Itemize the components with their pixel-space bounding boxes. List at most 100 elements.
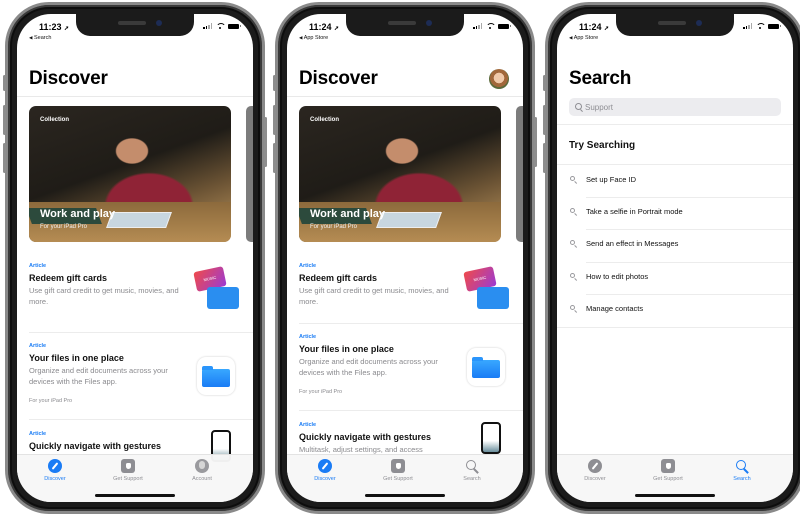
search-input[interactable] bbox=[585, 98, 755, 116]
tab-search[interactable]: Search bbox=[707, 459, 777, 482]
search-icon bbox=[570, 305, 575, 310]
battery-icon bbox=[768, 23, 781, 29]
suggestion-item[interactable]: Set up Face ID bbox=[557, 164, 793, 197]
tab-label: Account bbox=[192, 476, 212, 482]
suggestion-label: Send an effect in Messages bbox=[586, 239, 679, 248]
compass-icon bbox=[588, 459, 602, 473]
article-description: Use gift card credit to get music, movie… bbox=[299, 286, 449, 306]
hero-card[interactable]: Collection Work and play For your iPad P… bbox=[299, 106, 501, 242]
phone-frame-2: 11:24 ➚ ◀ App Store Discover Collection … bbox=[273, 2, 537, 514]
home-indicator[interactable] bbox=[95, 494, 175, 497]
hero-card[interactable]: Collection Work and play For your iPad P… bbox=[29, 106, 231, 242]
article-description: Organize and edit documents across your … bbox=[29, 366, 168, 386]
tab-get-support[interactable]: Get Support bbox=[633, 459, 703, 482]
screen: 11:24 ➚ ◀ App Store Discover Collection … bbox=[287, 14, 523, 502]
files-folder-icon bbox=[467, 348, 505, 386]
back-arrow-icon: ◀ bbox=[29, 35, 33, 40]
back-to-app-link[interactable]: ◀ App Store bbox=[569, 35, 598, 41]
side-button bbox=[534, 117, 537, 167]
back-arrow-icon: ◀ bbox=[569, 35, 573, 40]
volume-up-button bbox=[273, 105, 276, 135]
suggestion-item[interactable]: How to edit photos bbox=[557, 261, 793, 295]
support-icon bbox=[121, 459, 135, 473]
divider bbox=[17, 96, 253, 97]
section-title: Try Searching bbox=[569, 140, 636, 151]
status-time: 11:24 ➚ bbox=[309, 22, 340, 32]
divider bbox=[287, 96, 523, 97]
tab-discover[interactable]: Discover bbox=[290, 459, 360, 482]
side-button bbox=[264, 117, 267, 167]
tab-bar: Discover Get Support Account bbox=[17, 454, 253, 502]
search-icon bbox=[570, 207, 575, 213]
notch bbox=[616, 14, 734, 36]
battery-icon bbox=[498, 23, 511, 29]
hero-title: Work and play bbox=[40, 208, 115, 220]
battery-icon bbox=[228, 23, 241, 29]
compass-icon bbox=[48, 459, 62, 473]
tab-label: Search bbox=[463, 476, 481, 482]
tab-label: Discover bbox=[314, 476, 336, 482]
cellular-signal-icon bbox=[473, 23, 482, 29]
back-to-app-link[interactable]: ◀ Search bbox=[29, 35, 51, 41]
tab-label: Discover bbox=[584, 476, 606, 482]
hero-eyebrow: Collection bbox=[310, 117, 340, 123]
search-icon bbox=[735, 459, 749, 473]
iphone-gesture-icon bbox=[481, 422, 501, 454]
account-icon bbox=[195, 459, 209, 473]
article-eyebrow: Article bbox=[29, 343, 47, 349]
volume-down-button bbox=[3, 143, 6, 173]
volume-up-button bbox=[3, 105, 6, 135]
article-footer: For your iPad Pro bbox=[29, 398, 73, 404]
files-folder-icon bbox=[197, 357, 235, 395]
tab-label: Search bbox=[733, 476, 751, 482]
screen: 11:24 ➚ ◀ App Store Search Try Searching… bbox=[557, 14, 793, 502]
tab-account[interactable]: Account bbox=[167, 459, 237, 482]
compass-icon bbox=[318, 459, 332, 473]
divider bbox=[557, 326, 793, 328]
hero-subtitle: For your iPad Pro bbox=[310, 224, 358, 230]
page-title: Discover bbox=[299, 68, 378, 89]
page-title: Search bbox=[569, 68, 632, 89]
next-card-peek[interactable] bbox=[516, 106, 523, 242]
search-icon bbox=[575, 103, 582, 110]
mute-switch bbox=[543, 75, 546, 91]
suggestion-item[interactable]: Take a selfie in Portrait mode bbox=[557, 196, 793, 230]
search-bar[interactable] bbox=[569, 98, 781, 116]
mute-switch bbox=[273, 75, 276, 91]
profile-avatar[interactable] bbox=[489, 69, 509, 89]
gift-cards-icon: MUSIC bbox=[193, 266, 239, 311]
tab-bar: Discover Get Support Search bbox=[287, 454, 523, 502]
gift-cards-icon: MUSIC bbox=[463, 266, 509, 311]
suggestion-item[interactable]: Manage contacts bbox=[557, 294, 793, 327]
divider bbox=[29, 419, 253, 420]
tab-get-support[interactable]: Get Support bbox=[93, 459, 163, 482]
location-arrow-icon: ➚ bbox=[604, 26, 610, 32]
article-footer: For your iPad Pro bbox=[299, 389, 343, 395]
suggestion-item[interactable]: Send an effect in Messages bbox=[557, 229, 793, 262]
next-card-peek[interactable] bbox=[246, 106, 253, 242]
suggestion-list: Set up Face ID Take a selfie in Portrait… bbox=[557, 164, 793, 328]
suggestion-label: Manage contacts bbox=[586, 304, 644, 313]
search-icon bbox=[465, 459, 479, 473]
article-eyebrow: Article bbox=[299, 334, 317, 340]
home-indicator[interactable] bbox=[365, 494, 445, 497]
phone-frame-1: 11:23 ➚ ◀ Search Discover Collection Wor… bbox=[3, 2, 267, 514]
support-icon bbox=[391, 459, 405, 473]
status-time: 11:24 ➚ bbox=[579, 22, 610, 32]
volume-up-button bbox=[543, 105, 546, 135]
article-description: Organize and edit documents across your … bbox=[299, 357, 438, 377]
home-indicator[interactable] bbox=[635, 494, 715, 497]
wifi-icon bbox=[216, 23, 226, 29]
cellular-signal-icon bbox=[203, 23, 212, 29]
volume-down-button bbox=[543, 143, 546, 173]
support-icon bbox=[661, 459, 675, 473]
tab-search[interactable]: Search bbox=[437, 459, 507, 482]
back-to-app-link[interactable]: ◀ App Store bbox=[299, 35, 328, 41]
hero-eyebrow: Collection bbox=[40, 117, 70, 123]
tab-get-support[interactable]: Get Support bbox=[363, 459, 433, 482]
status-time: 11:23 ➚ bbox=[39, 22, 70, 32]
tab-discover[interactable]: Discover bbox=[560, 459, 630, 482]
tab-discover[interactable]: Discover bbox=[20, 459, 90, 482]
suggestion-label: Set up Face ID bbox=[586, 175, 637, 184]
wifi-icon bbox=[486, 23, 496, 29]
